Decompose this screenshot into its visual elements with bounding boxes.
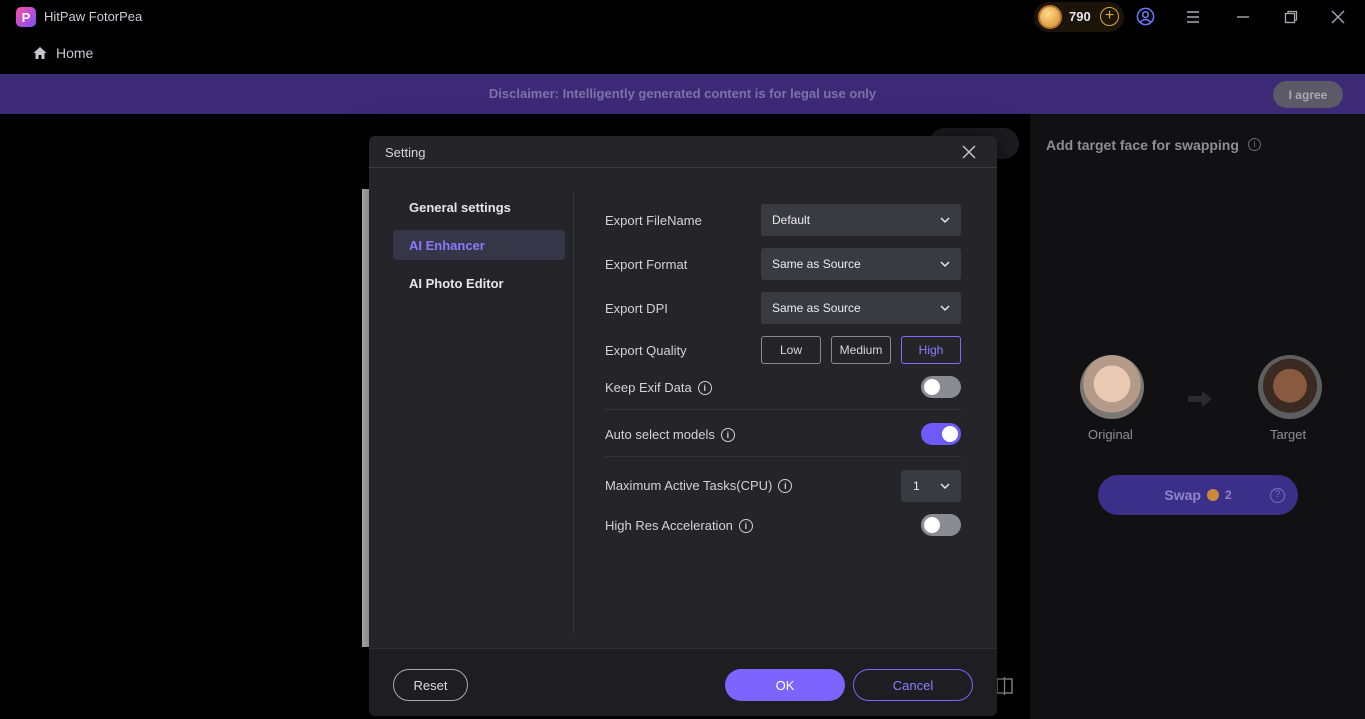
max-tasks-label-group: Maximum Active Tasks(CPU) i (605, 478, 793, 493)
info-icon[interactable]: i (720, 427, 735, 442)
high-res-acceleration-label: High Res Acceleration (605, 518, 733, 533)
minimize-icon[interactable] (1234, 8, 1252, 26)
dialog-title: Setting (385, 145, 426, 160)
info-icon[interactable]: i (1248, 138, 1261, 151)
menu-icon[interactable] (1184, 8, 1202, 26)
max-active-tasks-select[interactable]: 1 (901, 470, 961, 502)
dialog-header: Setting (369, 136, 997, 168)
max-active-tasks-value: 1 (913, 479, 920, 493)
auto-select-label-group: Auto select models i (605, 427, 735, 442)
divider (605, 456, 961, 457)
home-icon (33, 47, 47, 59)
chevron-down-icon (940, 261, 950, 268)
export-quality-label: Export Quality (605, 343, 687, 358)
reset-button[interactable]: Reset (393, 669, 468, 701)
toggle-knob (924, 379, 940, 395)
divider (605, 409, 961, 410)
agree-button[interactable]: I agree (1273, 81, 1343, 108)
app-window: P HitPaw FotorPea 790 + Home Disclaimer:… (0, 0, 1365, 719)
quality-low-button[interactable]: Low (761, 336, 821, 364)
auto-select-models-label: Auto select models (605, 427, 715, 442)
export-format-select[interactable]: Same as Source (761, 248, 961, 280)
dialog-footer: Reset OK Cancel (369, 648, 997, 716)
original-label: Original (1088, 427, 1133, 442)
target-face-avatar[interactable] (1258, 355, 1322, 419)
chevron-down-icon (940, 217, 950, 224)
chevron-down-icon (940, 305, 950, 312)
add-coins-icon[interactable]: + (1100, 7, 1119, 26)
disclaimer-text: Disclaimer: Intelligently generated cont… (488, 86, 877, 101)
sidebar-divider (573, 192, 574, 634)
swap-cost: 2 (1224, 488, 1232, 502)
export-dpi-select[interactable]: Same as Source (761, 292, 961, 324)
coin-count: 790 (1069, 9, 1091, 24)
export-filename-label: Export FileName (605, 213, 702, 228)
restore-window-icon[interactable] (1282, 8, 1300, 26)
high-res-label-group: High Res Acceleration i (605, 518, 753, 533)
info-icon[interactable]: i (778, 478, 793, 493)
keep-exif-toggle[interactable] (921, 376, 961, 398)
chevron-down-icon (940, 483, 950, 490)
title-bar: P HitPaw FotorPea 790 + (0, 0, 1365, 34)
home-nav[interactable]: Home (32, 45, 93, 61)
keep-exif-label: Keep Exif Data (605, 380, 692, 395)
sidebar-item-ai-enhancer[interactable]: AI Enhancer (393, 230, 565, 260)
app-logo-icon: P (16, 7, 36, 27)
help-icon[interactable]: ? (1270, 488, 1285, 503)
target-label: Target (1270, 427, 1307, 442)
swap-button[interactable]: Swap 2 (1098, 475, 1298, 515)
face-swap-panel (1030, 114, 1365, 719)
info-icon[interactable]: i (697, 380, 712, 395)
settings-dialog: Setting General settings AI Enhancer AI … (369, 136, 997, 716)
high-res-acceleration-toggle[interactable] (921, 514, 961, 536)
quality-medium-button[interactable]: Medium (831, 336, 891, 364)
toggle-knob (924, 517, 940, 533)
keep-exif-label-group: Keep Exif Data i (605, 380, 712, 395)
export-dpi-value: Same as Source (772, 301, 861, 315)
coin-icon (1206, 489, 1219, 501)
settings-sidebar: General settings AI Enhancer AI Photo Ed… (393, 192, 573, 306)
sidebar-item-general-settings[interactable]: General settings (393, 192, 565, 222)
max-active-tasks-label: Maximum Active Tasks(CPU) (605, 478, 773, 493)
ok-button[interactable]: OK (725, 669, 845, 701)
export-filename-select[interactable]: Default (761, 204, 961, 236)
disclaimer-banner: Disclaimer: Intelligently generated cont… (0, 74, 1365, 114)
toggle-knob (942, 426, 958, 442)
coin-icon (1038, 5, 1062, 29)
export-format-label: Export Format (605, 257, 688, 272)
original-face-avatar[interactable] (1080, 355, 1144, 419)
info-icon[interactable]: i (738, 518, 753, 533)
close-icon[interactable] (961, 144, 977, 160)
swap-label: Swap (1164, 487, 1201, 503)
export-dpi-label: Export DPI (605, 301, 668, 316)
panel-title: Add target face for swapping (1046, 137, 1239, 153)
cancel-button[interactable]: Cancel (853, 669, 973, 701)
compare-view-icon[interactable] (996, 677, 1013, 695)
auto-select-models-toggle[interactable] (921, 423, 961, 445)
app-title: HitPaw FotorPea (44, 9, 143, 24)
close-window-icon[interactable] (1329, 8, 1347, 26)
quality-high-button[interactable]: High (901, 336, 961, 364)
export-filename-value: Default (772, 213, 811, 227)
home-label: Home (56, 45, 94, 61)
export-format-value: Same as Source (772, 257, 861, 271)
sidebar-item-ai-photo-editor[interactable]: AI Photo Editor (393, 268, 565, 298)
user-account-icon[interactable] (1136, 7, 1155, 26)
arrow-right-icon (1188, 391, 1212, 407)
